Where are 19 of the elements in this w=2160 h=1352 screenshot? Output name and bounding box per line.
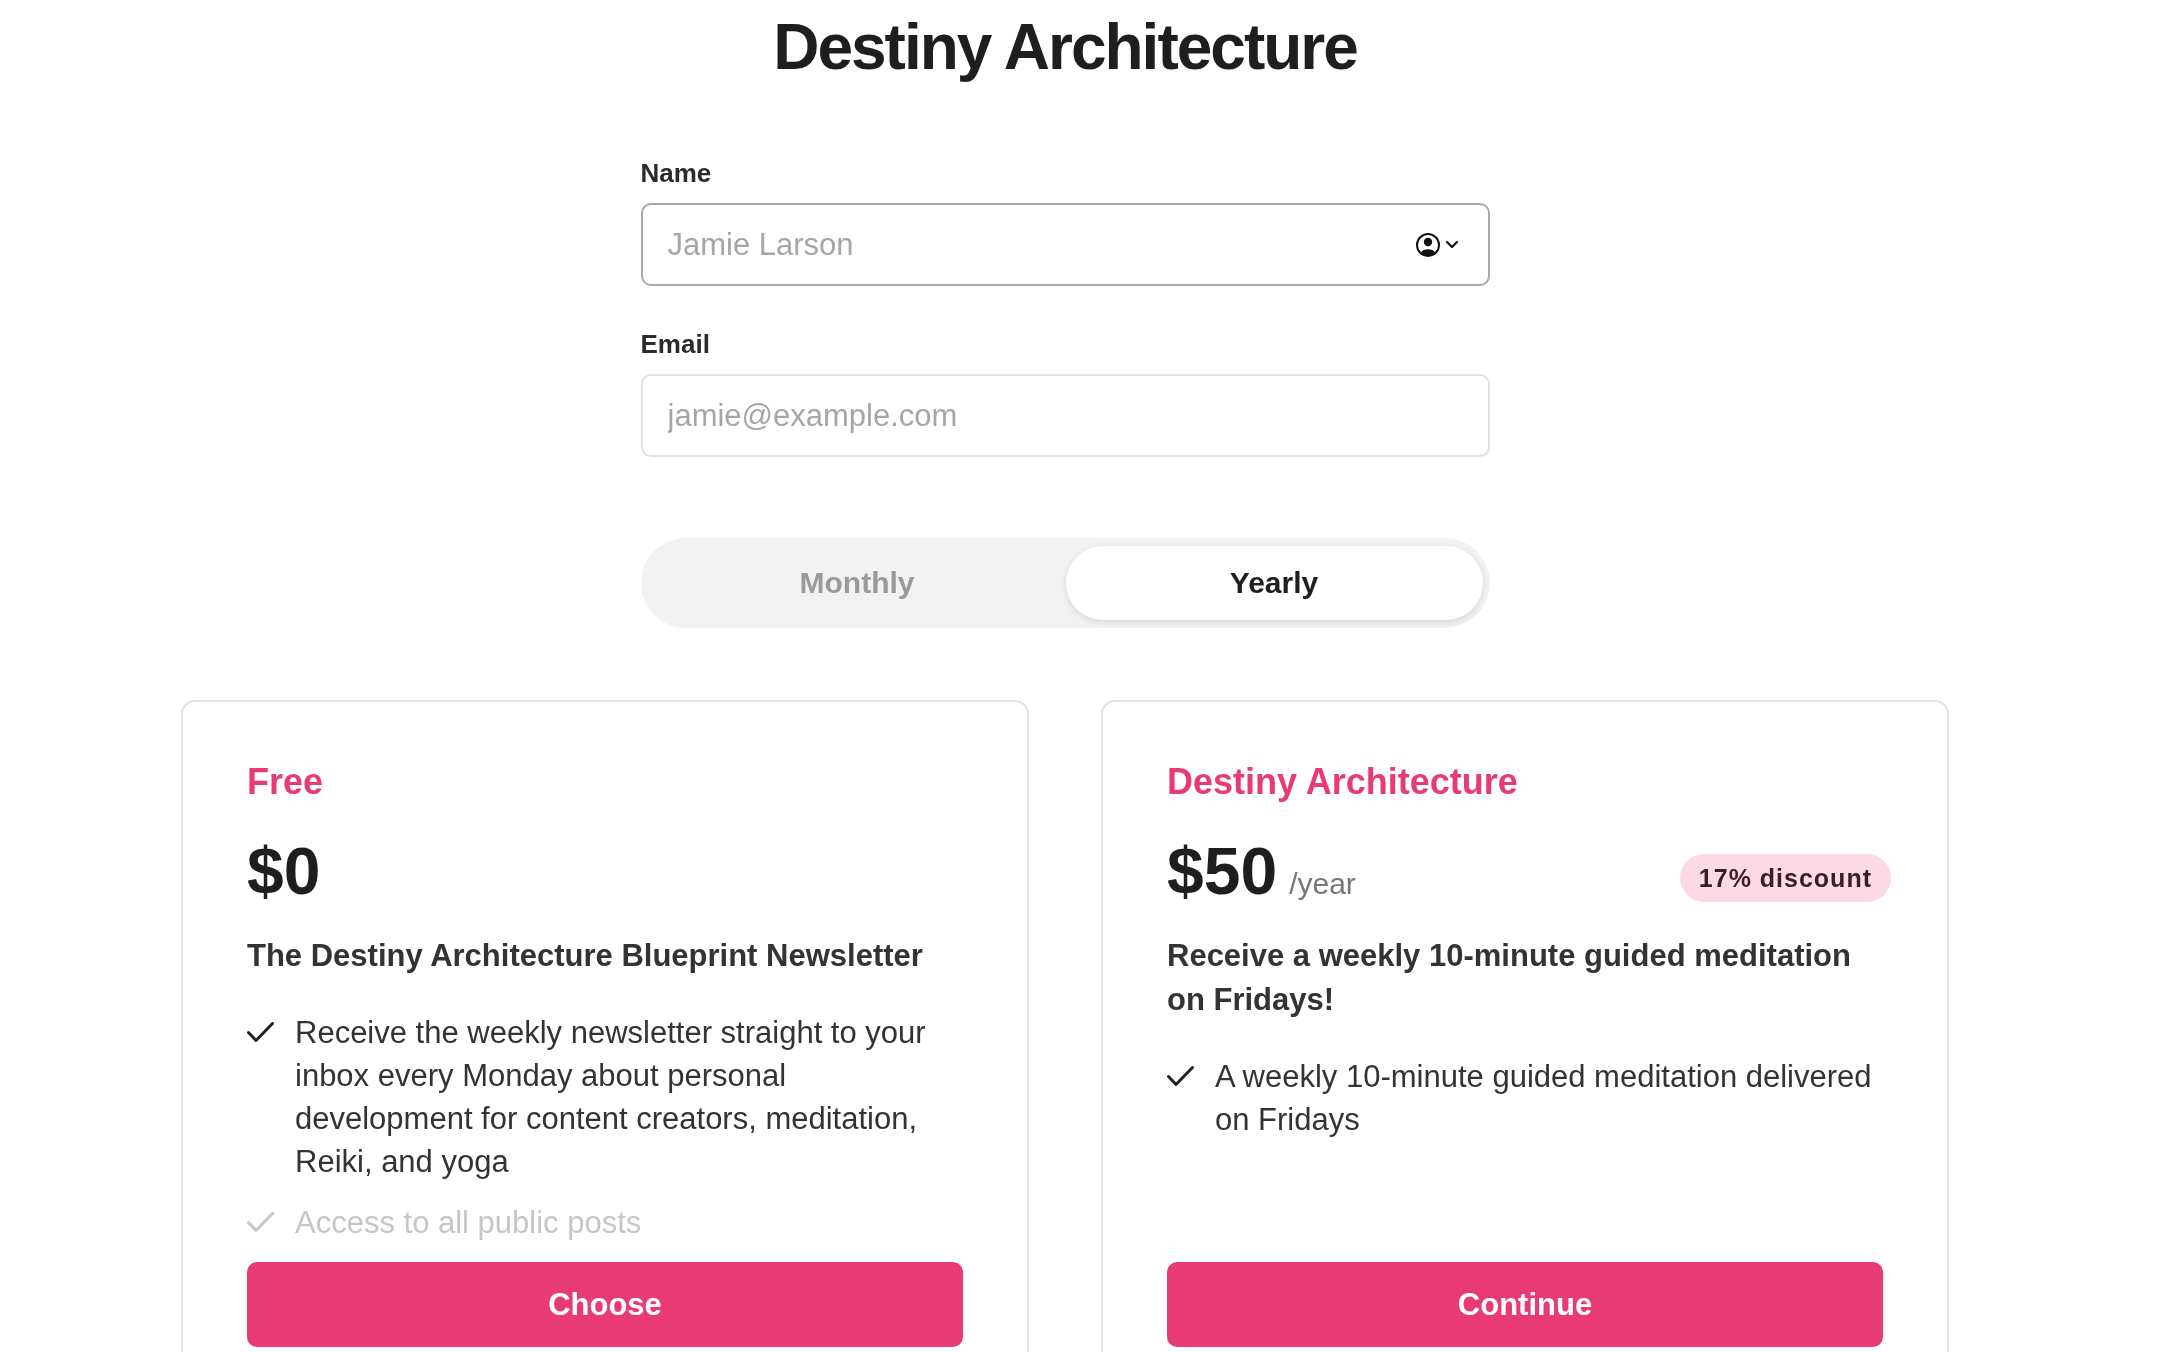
plan-button[interactable]: Continue (1167, 1262, 1883, 1347)
feature-text: Receive the weekly newsletter straight to your inbox every Monday about personal development for content creators, meditation, Reiki, and yoga (295, 1014, 927, 1181)
field-label: Name (640, 157, 712, 189)
plan-price: $50 (1167, 835, 1278, 907)
plan-button[interactable]: Choose (247, 1262, 963, 1347)
input-field[interactable]: Jamie Larson (640, 203, 1490, 286)
feature-text: Access to all public posts (295, 1204, 643, 1242)
plan-heading: The Destiny Architecture Blueprint Newsletter (247, 937, 924, 975)
toggle-option[interactable]: Monthly (648, 546, 1066, 620)
price-period: /year (1289, 866, 1356, 902)
plan-name: Free (247, 760, 324, 804)
feature-text: A weekly 10-minute guided meditation delivered on Fridays (1215, 1058, 1873, 1139)
page-title: Destiny Architecture (773, 12, 1357, 82)
discount-badge: 17% discount (1679, 854, 1891, 902)
field-label: Email (640, 328, 710, 360)
plan-heading: Receive a weekly 10-minute guided meditation on Fridays! (1167, 937, 1852, 1019)
toggle-option[interactable]: Yearly (1065, 546, 1483, 620)
plan-price: $0 (247, 835, 321, 907)
plan-name: Destiny Architecture (1167, 760, 1518, 804)
